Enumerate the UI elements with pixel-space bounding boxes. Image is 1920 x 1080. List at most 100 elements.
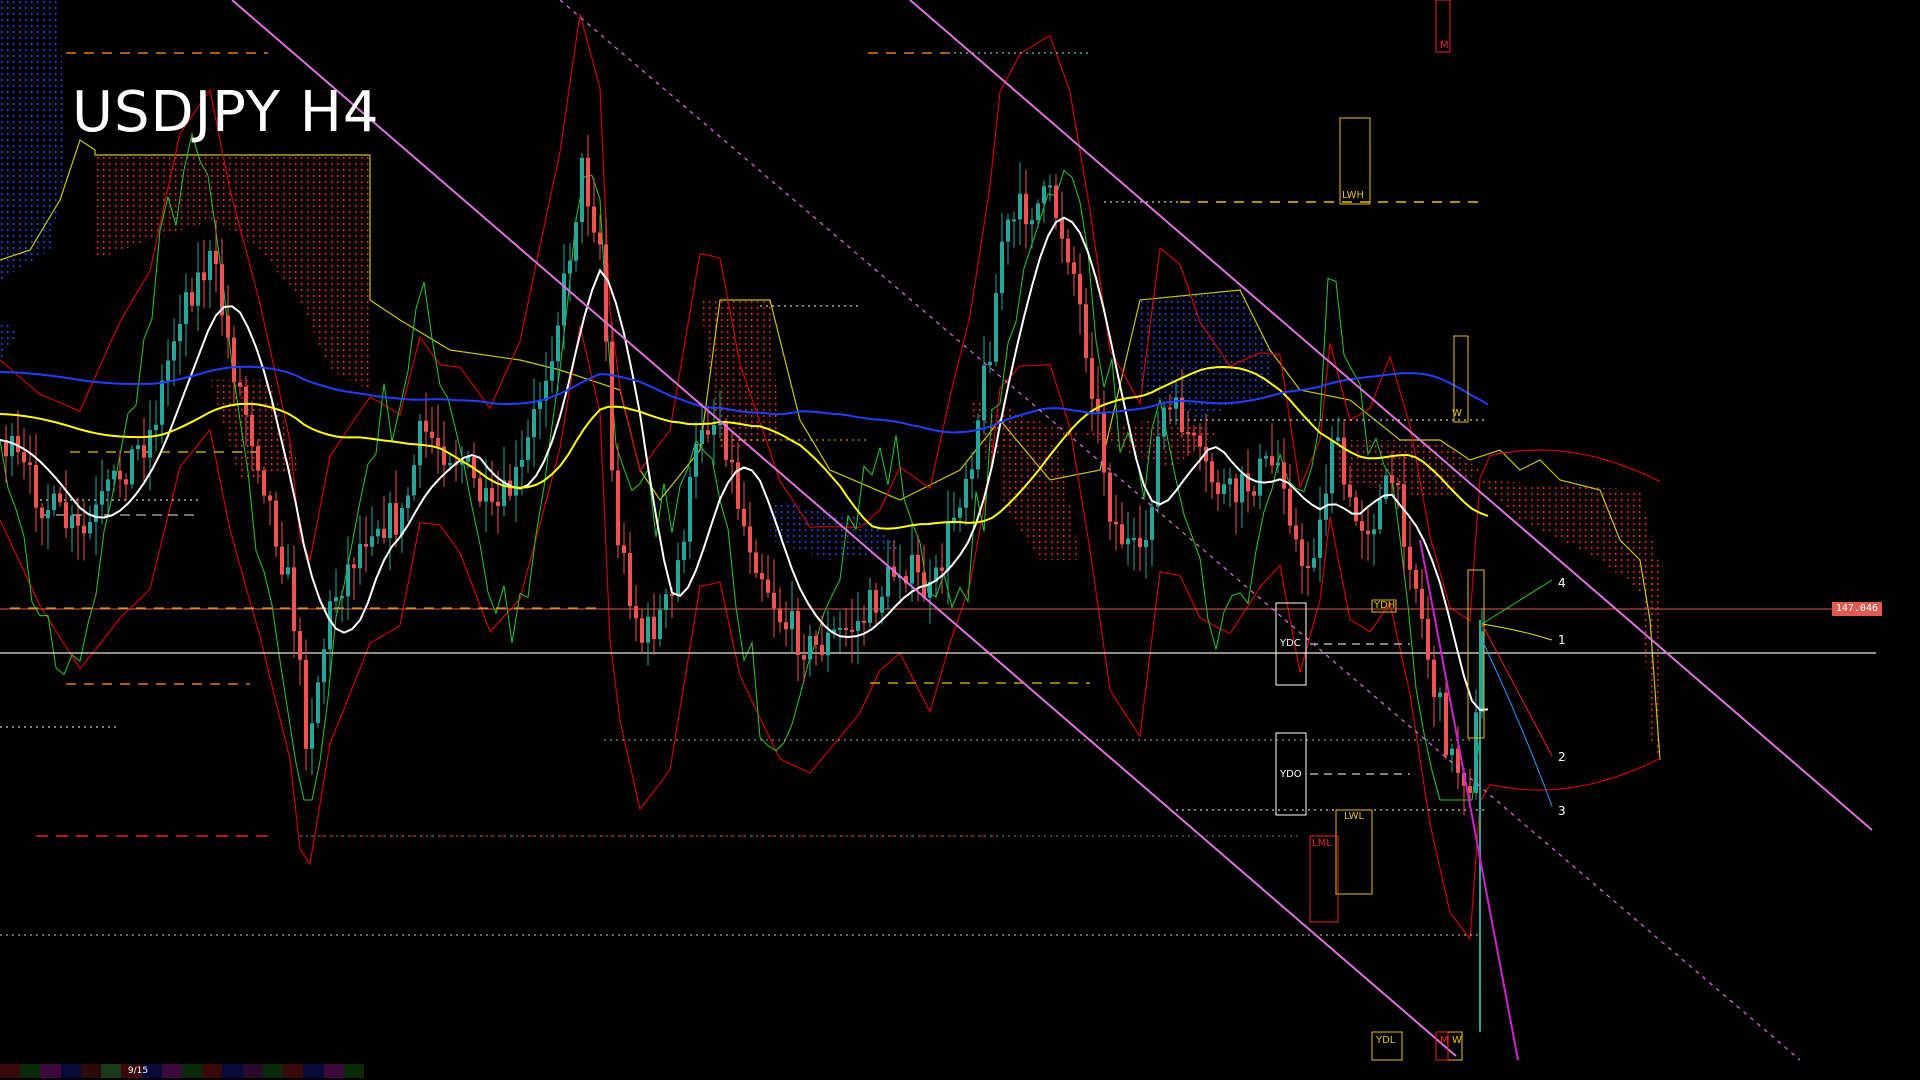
candle-body [754, 552, 758, 574]
cloud-region [1640, 560, 1660, 760]
current-price-tag: 147.046 [1831, 602, 1882, 616]
candle-body [568, 260, 572, 274]
candle-body [298, 631, 302, 660]
candle-body [1174, 397, 1178, 409]
candle-body [82, 525, 86, 534]
candle-body [1138, 538, 1142, 548]
candle-body [334, 597, 338, 602]
candle-body [1444, 692, 1448, 756]
candle-body [1306, 566, 1310, 568]
candle-body [10, 436, 14, 457]
candle-body [34, 465, 38, 508]
candle-body [238, 382, 242, 387]
candle-body [1084, 304, 1088, 359]
candle-body [274, 500, 278, 547]
candle-body [1360, 521, 1364, 531]
candle-body [1336, 437, 1340, 441]
candle-body [976, 420, 980, 470]
candle-body [964, 478, 968, 508]
candle-body [484, 488, 488, 502]
candle-body [994, 293, 998, 362]
candle-body [658, 609, 662, 639]
candle-body [1420, 588, 1424, 619]
chart-window[interactable]: USDJPY H4 147.046 YDC YDO YDH YDL LWH LW… [0, 0, 1920, 1080]
weekly-bottom-label: W [1452, 1035, 1462, 1046]
candle-body [214, 250, 218, 265]
candle-body [76, 515, 80, 526]
candle-body [604, 244, 608, 342]
candle-body [1090, 358, 1094, 399]
candle-body [1432, 659, 1436, 697]
candle-body [478, 478, 482, 502]
candle-body [1312, 558, 1316, 568]
candle-body [382, 528, 386, 538]
candle-body [784, 622, 788, 630]
candle-body [712, 425, 716, 435]
candle-body [208, 250, 212, 281]
cloud-region [0, 320, 20, 360]
price-chart-canvas[interactable] [0, 0, 1920, 1080]
candle-body [868, 590, 872, 623]
candle-body [1342, 437, 1346, 485]
candle-body [142, 445, 146, 458]
timeframe-status-strip[interactable] [0, 1064, 364, 1078]
candle-body [1006, 219, 1010, 242]
candle-body [406, 495, 410, 508]
candle-body [808, 635, 812, 660]
candle-body [1120, 524, 1124, 545]
candle-body [340, 596, 344, 599]
candle-body [94, 504, 98, 522]
candle-body [826, 632, 830, 656]
projection-line-3 [1481, 639, 1553, 807]
candle-body [1294, 525, 1298, 540]
candle-body [28, 462, 32, 465]
monthly-bottom-label: M [1440, 1035, 1449, 1046]
candle-body [1372, 529, 1376, 535]
candle-body [1288, 488, 1292, 526]
ydl-label: YDL [1376, 1035, 1396, 1046]
candle-body [1354, 497, 1358, 522]
candle-body [1072, 262, 1076, 274]
ydo-label: YDO [1280, 769, 1302, 780]
candle-body [1390, 475, 1394, 484]
candle-body [376, 528, 380, 537]
candle-body [940, 567, 944, 571]
candle-body [46, 510, 50, 519]
candle-body [766, 579, 770, 593]
candle-body [1450, 748, 1454, 756]
candle-body [1132, 538, 1136, 540]
candle-body [850, 629, 854, 632]
candle-body [550, 361, 554, 381]
candle-body [640, 618, 644, 643]
candle-body [520, 460, 524, 467]
candle-body [514, 466, 518, 496]
candle-body [1192, 432, 1196, 436]
candle-body [1366, 530, 1370, 535]
candle-body [1060, 218, 1064, 239]
candle-body [100, 491, 104, 505]
candle-body [184, 292, 188, 325]
candle-body [226, 315, 230, 338]
candle-body [136, 445, 140, 450]
candle-body [418, 420, 422, 466]
candle-body [1264, 456, 1268, 459]
candle-body [802, 655, 806, 660]
candle-body [1210, 461, 1214, 483]
candle-body [598, 232, 602, 245]
candle-body [748, 526, 752, 553]
candle-body [958, 507, 962, 518]
candle-body [628, 553, 632, 607]
candle-body [616, 470, 620, 546]
candle-body [694, 444, 698, 477]
candle-body [1156, 436, 1160, 507]
candle-body [1126, 538, 1130, 545]
candle-body [412, 465, 416, 496]
level-box [1335, 809, 1373, 895]
candle-body [682, 541, 686, 561]
candle-body [166, 360, 170, 381]
candle-body [202, 272, 206, 281]
candle-body [1096, 398, 1100, 412]
candle-body [154, 424, 158, 431]
candle-body [1150, 506, 1154, 540]
candle-body [1198, 435, 1202, 447]
